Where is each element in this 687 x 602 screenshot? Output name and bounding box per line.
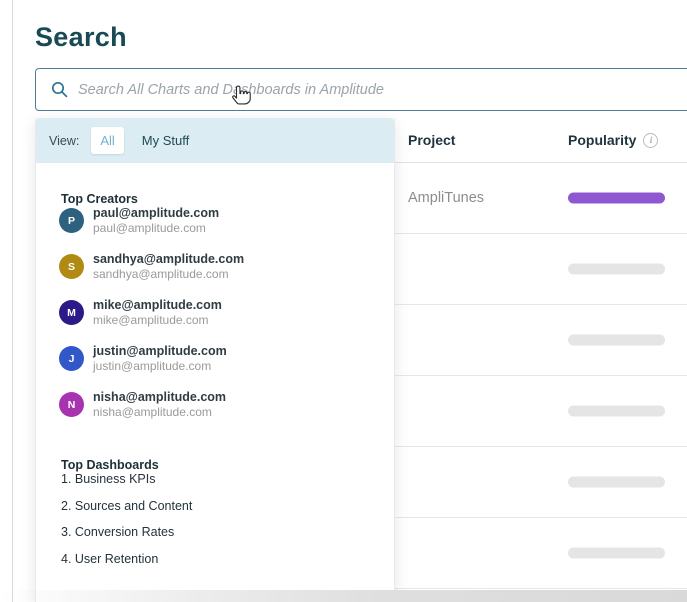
- dashboard-item[interactable]: 3. Conversion Rates: [61, 525, 394, 539]
- search-field[interactable]: [35, 68, 687, 111]
- popularity-bar: [568, 477, 665, 488]
- dashboard-item[interactable]: 4. User Retention: [61, 552, 394, 566]
- table-row[interactable]: [395, 234, 687, 305]
- dashboard-item[interactable]: 1. Business KPIs: [61, 472, 394, 486]
- table-row[interactable]: [395, 518, 687, 589]
- column-header-project: Project: [395, 132, 455, 148]
- tab-all[interactable]: All: [91, 127, 123, 154]
- avatar-initial: N: [68, 399, 76, 411]
- search-dropdown: View: All My Stuff Top Creators P paul@a…: [35, 118, 395, 602]
- results-table: Project Popularity i AmpliTunes: [395, 118, 687, 602]
- creator-email: sandhya@amplitude.com: [93, 267, 244, 282]
- creator-name: justin@amplitude.com: [93, 344, 227, 359]
- left-divider: [12, 0, 13, 602]
- top-creators-heading: Top Creators: [61, 192, 394, 206]
- bottom-fade: [0, 590, 687, 602]
- creator-name: mike@amplitude.com: [93, 298, 222, 313]
- info-icon[interactable]: i: [643, 133, 658, 148]
- creator-email: nisha@amplitude.com: [93, 405, 226, 420]
- avatar: P: [59, 208, 84, 233]
- avatar-initial: S: [68, 261, 75, 273]
- creator-item[interactable]: J justin@amplitude.comjustin@amplitude.c…: [59, 344, 394, 374]
- view-bar: View: All My Stuff: [36, 118, 394, 163]
- popularity-bar: [568, 335, 665, 346]
- creator-name: sandhya@amplitude.com: [93, 252, 244, 267]
- search-input[interactable]: [78, 69, 687, 110]
- table-row[interactable]: [395, 376, 687, 447]
- mouse-cursor-hand-icon: [231, 84, 253, 106]
- tab-my-stuff[interactable]: My Stuff: [142, 133, 189, 148]
- avatar: N: [59, 392, 84, 417]
- avatar: S: [59, 254, 84, 279]
- view-label: View:: [49, 134, 79, 148]
- table-row[interactable]: [395, 447, 687, 518]
- project-cell: AmpliTunes: [395, 190, 484, 206]
- table-row[interactable]: AmpliTunes: [395, 163, 687, 234]
- table-header: Project Popularity i: [395, 118, 687, 163]
- creator-email: mike@amplitude.com: [93, 313, 222, 328]
- search-modal: Search Project Popularity i AmpliTunes: [0, 0, 687, 602]
- avatar-initial: P: [68, 215, 75, 227]
- creator-name: paul@amplitude.com: [93, 206, 219, 221]
- page-title: Search: [35, 22, 127, 53]
- creator-email: justin@amplitude.com: [93, 359, 227, 374]
- creator-item[interactable]: P paul@amplitude.compaul@amplitude.com: [59, 206, 394, 236]
- popularity-bar: [568, 548, 665, 559]
- top-dashboards-heading: Top Dashboards: [61, 458, 394, 472]
- dashboard-item[interactable]: 2. Sources and Content: [61, 499, 394, 513]
- creator-item[interactable]: N nisha@amplitude.comnisha@amplitude.com: [59, 390, 394, 420]
- avatar: M: [59, 300, 84, 325]
- popularity-bar: [568, 264, 665, 275]
- popularity-bar: [568, 406, 665, 417]
- search-icon: [51, 81, 68, 98]
- popularity-label: Popularity: [568, 132, 636, 148]
- popularity-bar: [568, 193, 665, 204]
- creator-name: nisha@amplitude.com: [93, 390, 226, 405]
- creator-item[interactable]: M mike@amplitude.commike@amplitude.com: [59, 298, 394, 328]
- table-row[interactable]: [395, 305, 687, 376]
- avatar-initial: M: [67, 307, 76, 319]
- avatar-initial: J: [69, 353, 75, 365]
- creator-item[interactable]: S sandhya@amplitude.comsandhya@amplitude…: [59, 252, 394, 282]
- creator-email: paul@amplitude.com: [93, 221, 219, 236]
- column-header-popularity: Popularity i: [568, 132, 658, 148]
- avatar: J: [59, 346, 84, 371]
